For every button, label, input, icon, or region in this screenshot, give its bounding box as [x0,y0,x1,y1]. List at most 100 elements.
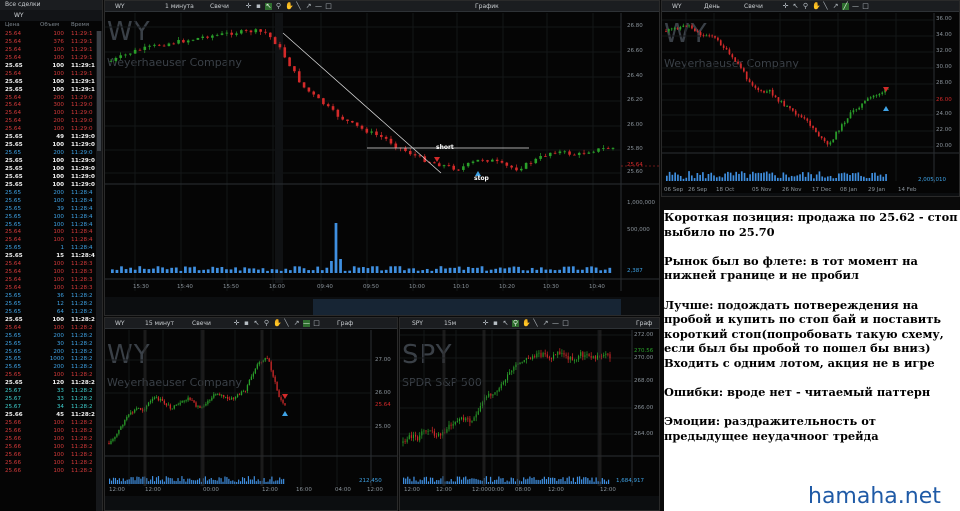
trade-row[interactable]: 25.64 100 11:28:2 [0,325,96,333]
trade-row[interactable]: 25.65 100 11:28:2 [0,372,96,380]
volume-bar [530,267,534,273]
trade-row[interactable]: 25.65 15 11:28:4 [0,253,96,261]
trade-row[interactable]: 25.65 100 11:29:0 [0,166,96,174]
trade-row[interactable]: 25.65 100 11:29:0 [0,158,96,166]
candle [777,97,780,102]
trade-row[interactable]: 25.65 100 11:28:4 [0,214,96,222]
trade-row[interactable]: 25.65 100 11:28:4 [0,198,96,206]
trade-row[interactable]: 25.66 45 11:28:2 [0,412,96,420]
trade-price: 25.66 [5,459,22,466]
volume-bar [257,479,259,484]
trade-row[interactable]: 25.65 30 11:28:2 [0,341,96,349]
trade-row[interactable]: 25.65 200 11:28:2 [0,349,96,357]
trade-row[interactable]: 25.64 376 11:29:1 [0,39,96,47]
volume-bar [362,266,365,273]
trade-row[interactable]: 25.64 100 11:28:3 [0,269,96,277]
trade-row[interactable]: 25.65 200 11:29:0 [0,150,96,158]
trade-row[interactable]: 25.66 100 11:28:2 [0,420,96,428]
candle [108,443,110,445]
trade-row[interactable]: 25.65 1 11:28:4 [0,245,96,253]
trade-row[interactable]: 25.65 120 11:28:2 [0,380,96,388]
time-tick: 29 Jan [868,187,886,193]
trade-row[interactable]: 25.65 12 11:28:2 [0,301,96,309]
volume-bar [407,476,409,484]
candle [278,390,280,398]
trade-row[interactable]: 25.65 39 11:28:4 [0,206,96,214]
volume-bar [277,480,279,484]
trade-row[interactable]: 25.66 100 11:28:2 [0,428,96,436]
candle [500,161,504,163]
trade-row[interactable]: 25.66 100 11:28:2 [0,436,96,444]
trades-symbol-tab[interactable]: WY [0,10,102,21]
trade-row[interactable]: 25.64 300 11:29:0 [0,102,96,110]
volume-bar [138,476,140,484]
trade-row[interactable]: 25.67 34 11:28:2 [0,404,96,412]
trade-row[interactable]: 25.65 100 11:28:2 [0,317,96,325]
volume-bar [477,479,479,484]
trade-row[interactable]: 25.64 200 11:29:0 [0,95,96,103]
volume-bar [863,176,865,181]
volume-bar [777,177,779,181]
column-price[interactable]: Цена [5,22,20,28]
trade-row[interactable]: 25.66 100 11:28:2 [0,452,96,460]
trade-time: 11:28:3 [71,277,93,284]
column-volume[interactable]: Объем [40,22,59,28]
trade-row[interactable]: 25.64 100 11:29:0 [0,110,96,118]
trade-row[interactable]: 25.65 100 11:28:4 [0,222,96,230]
trade-row[interactable]: 25.64 100 11:28:3 [0,261,96,269]
volume-bar [585,267,589,273]
trade-row[interactable]: 25.64 100 11:28:3 [0,285,96,293]
trade-row[interactable]: 25.65 1000 11:28:2 [0,356,96,364]
trade-row[interactable]: 25.64 100 11:29:1 [0,31,96,39]
trade-row[interactable]: 25.65 64 11:28:2 [0,309,96,317]
scroll-thumb[interactable] [97,31,101,151]
trade-row[interactable]: 25.65 200 11:28:2 [0,333,96,341]
trade-row[interactable]: 25.64 100 11:29:1 [0,55,96,63]
trade-row[interactable]: 25.65 200 11:28:4 [0,190,96,198]
candle [191,399,193,401]
trade-row[interactable]: 25.66 100 11:28:2 [0,468,96,476]
volume-bar [815,174,818,181]
price-chart-1min[interactable] [105,1,660,316]
candle [728,49,731,55]
trade-volume: 100 [52,142,64,149]
volume-bar [339,259,342,273]
trade-row[interactable]: 25.65 100 11:29:1 [0,79,96,87]
trade-row[interactable]: 25.64 100 11:28:3 [0,277,96,285]
trade-row[interactable]: 25.66 100 11:28:2 [0,460,96,468]
trades-scrollbar[interactable] [96,31,102,511]
trade-time: 11:28:2 [71,419,93,426]
trade-row[interactable]: 25.64 100 11:28:4 [0,229,96,237]
trade-row[interactable]: 25.64 200 11:29:0 [0,118,96,126]
trade-row[interactable]: 25.65 49 11:29:0 [0,134,96,142]
volume-bar [492,481,494,484]
trade-row[interactable]: 25.64 100 11:28:4 [0,237,96,245]
trade-row[interactable]: 25.64 100 11:29:0 [0,126,96,134]
trade-row[interactable]: 25.65 100 11:29:0 [0,174,96,182]
candle [479,405,481,412]
volume-bar [760,173,763,181]
trade-row[interactable]: 25.65 36 11:28:2 [0,293,96,301]
candle [789,106,791,109]
volume-bar [232,480,234,484]
column-time[interactable]: Время [71,22,89,28]
price-chart-daily[interactable] [662,1,960,197]
trade-row[interactable]: 25.65 100 11:29:1 [0,63,96,71]
trade-row[interactable]: 25.67 33 11:28:2 [0,388,96,396]
sell-marker [282,394,288,399]
trade-row[interactable]: 25.65 100 11:29:0 [0,142,96,150]
trade-row[interactable]: 25.65 100 11:29:0 [0,182,96,190]
trade-row[interactable]: 25.65 100 11:29:1 [0,87,96,95]
candle [151,398,154,401]
trade-row[interactable]: 25.64 100 11:29:1 [0,71,96,79]
price-chart-15min[interactable] [105,318,398,511]
trade-row[interactable]: 25.65 200 11:28:2 [0,364,96,372]
volume-bar [129,267,132,273]
volume-bar [238,270,242,273]
trade-row[interactable]: 25.64 100 11:29:1 [0,47,96,55]
trade-row[interactable]: 25.66 100 11:28:2 [0,444,96,452]
time-tick: 12:00 [600,487,616,493]
candle [771,89,774,96]
volume-bar [412,268,415,273]
trade-row[interactable]: 25.67 33 11:28:2 [0,396,96,404]
